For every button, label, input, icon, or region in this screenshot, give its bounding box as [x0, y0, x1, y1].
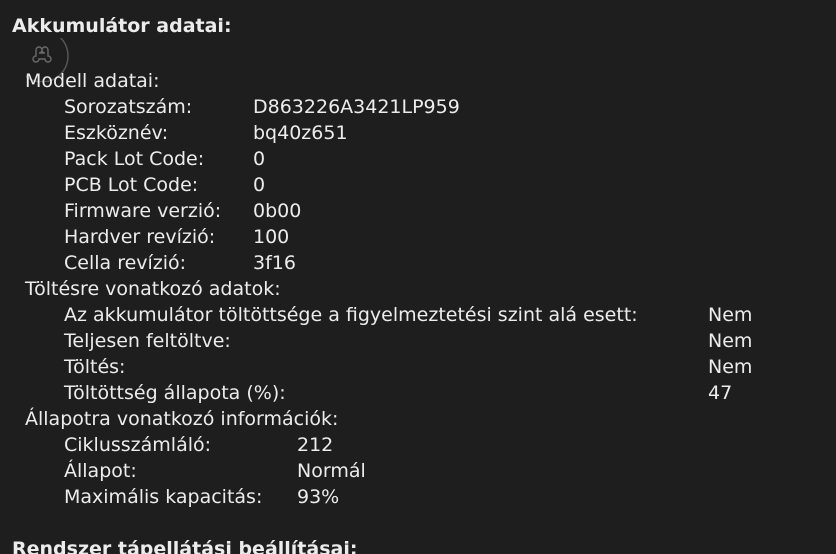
value-max-capacity: 93% [297, 486, 340, 508]
value-hardware-revision: 100 [253, 226, 290, 248]
label-pack-lot-code: Pack Lot Code: [64, 148, 205, 170]
label-fully-charged: Teljesen feltöltve: [64, 330, 231, 352]
label-hardware-revision: Hardver revízió: [64, 226, 216, 248]
value-cell-revision: 3f16 [253, 252, 296, 274]
label-serial-number: Sorozatszám: [64, 96, 193, 118]
label-charging: Töltés: [64, 356, 126, 378]
value-pack-lot-code: 0 [253, 148, 266, 170]
value-state-of-charge: 47 [708, 382, 733, 404]
label-firmware-version: Firmware verzió: [64, 200, 222, 222]
value-below-warning-level: Nem [708, 304, 753, 326]
label-cycle-count: Ciklusszámláló: [64, 434, 212, 456]
section-title-battery-info: Akkumulátor adatai: [12, 15, 232, 37]
value-pcb-lot-code: 0 [253, 174, 266, 196]
label-below-warning-level: Az akkumulátor töltöttsége a figyelmezte… [64, 304, 638, 326]
value-charging: Nem [708, 356, 753, 378]
label-pcb-lot-code: PCB Lot Code: [64, 174, 199, 196]
value-cycle-count: 212 [297, 434, 334, 456]
value-fully-charged: Nem [708, 330, 753, 352]
label-device-name: Eszköznév: [64, 122, 169, 144]
value-firmware-version: 0b00 [253, 200, 302, 222]
heading-charge-info: Töltésre vonatkozó adatok: [25, 278, 281, 300]
value-condition: Normál [297, 460, 366, 482]
heading-model-info: Modell adatai: [25, 70, 160, 92]
value-serial-number: D863226A3421LP959 [253, 96, 460, 118]
label-state-of-charge: Töltöttség állapota (%): [64, 382, 286, 404]
value-device-name: bq40z651 [253, 122, 348, 144]
heading-health-info: Állapotra vonatkozó információk: [25, 408, 339, 430]
label-cell-revision: Cella revízió: [64, 252, 187, 274]
section-title-power-settings: Rendszer tápellátási beállításai: [12, 538, 358, 554]
label-max-capacity: Maximális kapacitás: [64, 486, 263, 508]
label-condition: Állapot: [64, 460, 137, 482]
